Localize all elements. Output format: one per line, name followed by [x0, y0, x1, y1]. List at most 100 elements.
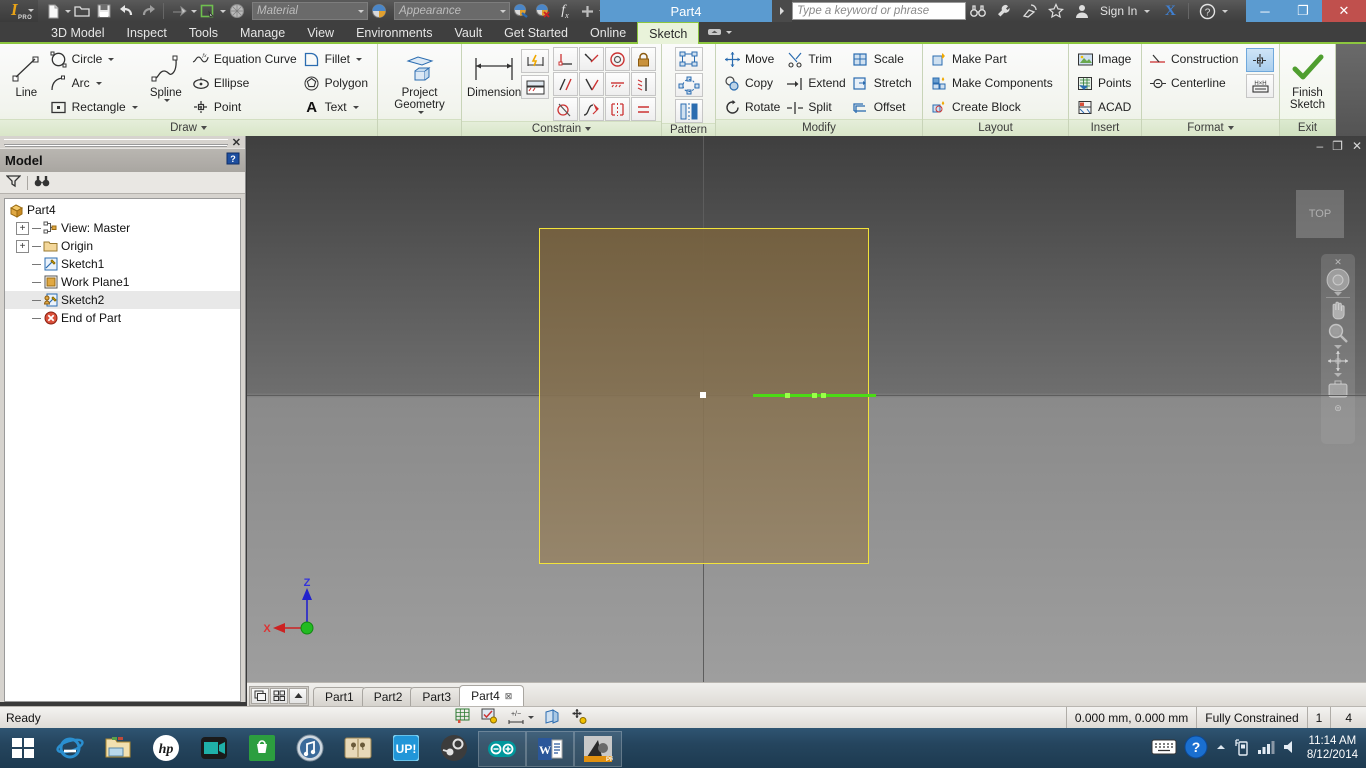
navbar-options-icon[interactable]: ⊜ [1334, 403, 1342, 414]
line-node[interactable] [821, 393, 826, 398]
satellite-dish-icon[interactable] [1018, 0, 1042, 22]
tab-3d-model[interactable]: 3D Model [40, 22, 116, 44]
adjust-appearance-button[interactable] [510, 1, 532, 21]
close-icon[interactable]: ✕ [232, 136, 241, 149]
start-windows-icon[interactable] [0, 728, 46, 768]
draw-polygon-button[interactable]: Polygon [301, 71, 372, 95]
inventor-icon[interactable]: PRO [574, 731, 622, 767]
doc-tab-part3[interactable]: Part3 [410, 687, 464, 706]
tab-sketch[interactable]: Sketch [637, 22, 700, 44]
vertical-constraint-icon[interactable] [631, 72, 657, 96]
maximize-restore-button[interactable]: ❐ [1284, 0, 1322, 22]
doc-tab-part4[interactable]: Part4 ⊠ [459, 685, 525, 706]
tree-node-view-master[interactable]: + View: Master [5, 219, 240, 237]
panel-title-constrain[interactable]: Constrain [462, 121, 661, 136]
auto-dimension-icon[interactable] [521, 49, 550, 73]
volume-icon[interactable] [1282, 739, 1300, 758]
filter-icon[interactable] [5, 174, 22, 191]
circular-pattern-icon[interactable] [674, 73, 703, 97]
search-binoculars-icon[interactable] [966, 0, 990, 22]
doc-tab-part2[interactable]: Part2 [361, 687, 415, 706]
up-icon[interactable]: UP! [382, 728, 430, 768]
title-dropdown-button[interactable] [772, 0, 792, 22]
format-centerline-button[interactable]: Centerline [1147, 71, 1242, 95]
wheel-dropdown-icon[interactable] [1334, 292, 1342, 296]
pan-hand-icon[interactable] [1324, 299, 1352, 321]
tree-node-origin[interactable]: + Origin [5, 237, 240, 255]
network-signal-icon[interactable] [1257, 739, 1275, 758]
insert-image-button[interactable]: Image [1074, 47, 1135, 71]
tab-view[interactable]: View [296, 22, 345, 44]
modify-scale-button[interactable]: Scale [850, 47, 916, 71]
keyboard-icon[interactable] [1151, 738, 1177, 759]
panel-title-draw[interactable]: Draw [0, 119, 377, 136]
driven-dimension-icon[interactable]: H×H [1246, 74, 1275, 98]
usb-device-icon[interactable] [1234, 738, 1250, 759]
draw-ellipse-button[interactable]: Ellipse [190, 71, 301, 95]
ebook-icon[interactable] [334, 728, 382, 768]
minimize-button[interactable]: ─ [1246, 0, 1284, 22]
draw-circle-button[interactable]: Circle [48, 47, 142, 71]
open-document-button[interactable] [71, 1, 93, 21]
mirror-icon[interactable] [674, 99, 703, 123]
tree-node-work-plane1[interactable]: Work Plane1 [5, 273, 240, 291]
draw-line-button[interactable]: Line [5, 47, 48, 99]
modify-copy-button[interactable]: Copy [721, 71, 784, 95]
modify-offset-button[interactable]: Offset [850, 95, 916, 119]
steam-icon[interactable] [430, 728, 478, 768]
tree-expander[interactable]: + [16, 239, 29, 253]
cascade-windows-icon[interactable] [251, 688, 269, 704]
orbit-icon[interactable] [1324, 350, 1352, 372]
tab-online[interactable]: Online [579, 22, 637, 44]
layout-make-part-button[interactable]: Make Part [928, 47, 1057, 71]
tab-inspect[interactable]: Inspect [116, 22, 178, 44]
favorites-star-icon[interactable] [1044, 0, 1068, 22]
appearance-selector[interactable]: Appearance [394, 2, 510, 20]
show-constraints-icon[interactable] [521, 75, 550, 99]
horizontal-constraint-icon[interactable] [605, 72, 631, 96]
tree-node-sketch2[interactable]: Sketch2 [5, 291, 240, 309]
close-button[interactable]: ✕ [1322, 0, 1366, 22]
collinear-constraint-icon[interactable] [579, 47, 605, 71]
zoom-dropdown-icon[interactable] [1334, 345, 1342, 349]
browser-drag-grip[interactable]: ✕ [0, 136, 245, 149]
help-blue-icon[interactable]: ? [1184, 735, 1208, 762]
customize-qat-button[interactable] [576, 1, 598, 21]
rectangular-pattern-icon[interactable] [674, 47, 703, 71]
parallel-constraint-icon[interactable] [553, 72, 579, 96]
ribbon-display-options-button[interactable] [699, 22, 740, 42]
modify-rotate-button[interactable]: Rotate [721, 95, 784, 119]
undo-button[interactable] [115, 1, 137, 21]
sign-in-button[interactable]: Sign In [1096, 4, 1141, 18]
doc-tab-part1[interactable]: Part1 [313, 687, 366, 706]
layout-create-block-button[interactable]: Create Block [928, 95, 1057, 119]
redo-button[interactable] [137, 1, 159, 21]
insert-acad-button[interactable]: ACAD [1074, 95, 1135, 119]
modify-extend-button[interactable]: Extend [784, 71, 849, 95]
new-document-button[interactable] [42, 1, 64, 21]
tab-get-started[interactable]: Get Started [493, 22, 579, 44]
line-node[interactable] [812, 393, 817, 398]
parameters-button[interactable]: fx [554, 1, 576, 21]
tile-windows-icon[interactable] [270, 688, 288, 704]
graphics-canvas[interactable]: ‒ ❐ ✕ TOP ✕ ⊜ Z X [247, 136, 1366, 682]
draw-equation-curve-button[interactable]: fx Equation Curve [190, 47, 301, 71]
material-selector[interactable]: Material [252, 2, 368, 20]
tree-node-end-of-part[interactable]: End of Part [5, 309, 240, 327]
wrench-settings-icon[interactable] [992, 0, 1016, 22]
draw-point-button[interactable]: Point [190, 95, 301, 119]
doc-restore-button[interactable]: ❐ [1332, 139, 1343, 153]
modify-stretch-button[interactable]: Stretch [850, 71, 916, 95]
sign-in-dropdown-icon[interactable] [1144, 9, 1151, 13]
auto-project-icon[interactable] [570, 708, 587, 727]
doc-close-button[interactable]: ✕ [1352, 139, 1362, 153]
update-button[interactable] [197, 1, 219, 21]
autodesk-exchange-icon[interactable]: X [1158, 0, 1182, 22]
close-icon[interactable]: ⊠ [505, 691, 513, 702]
browser-title[interactable]: Model [5, 153, 48, 168]
finish-sketch-button[interactable]: Finish Sketch [1285, 47, 1330, 111]
tab-manage[interactable]: Manage [229, 22, 296, 44]
origin-point[interactable] [700, 392, 706, 398]
view-cube[interactable]: TOP [1296, 190, 1344, 238]
appearance-sphere-button[interactable] [368, 1, 390, 21]
